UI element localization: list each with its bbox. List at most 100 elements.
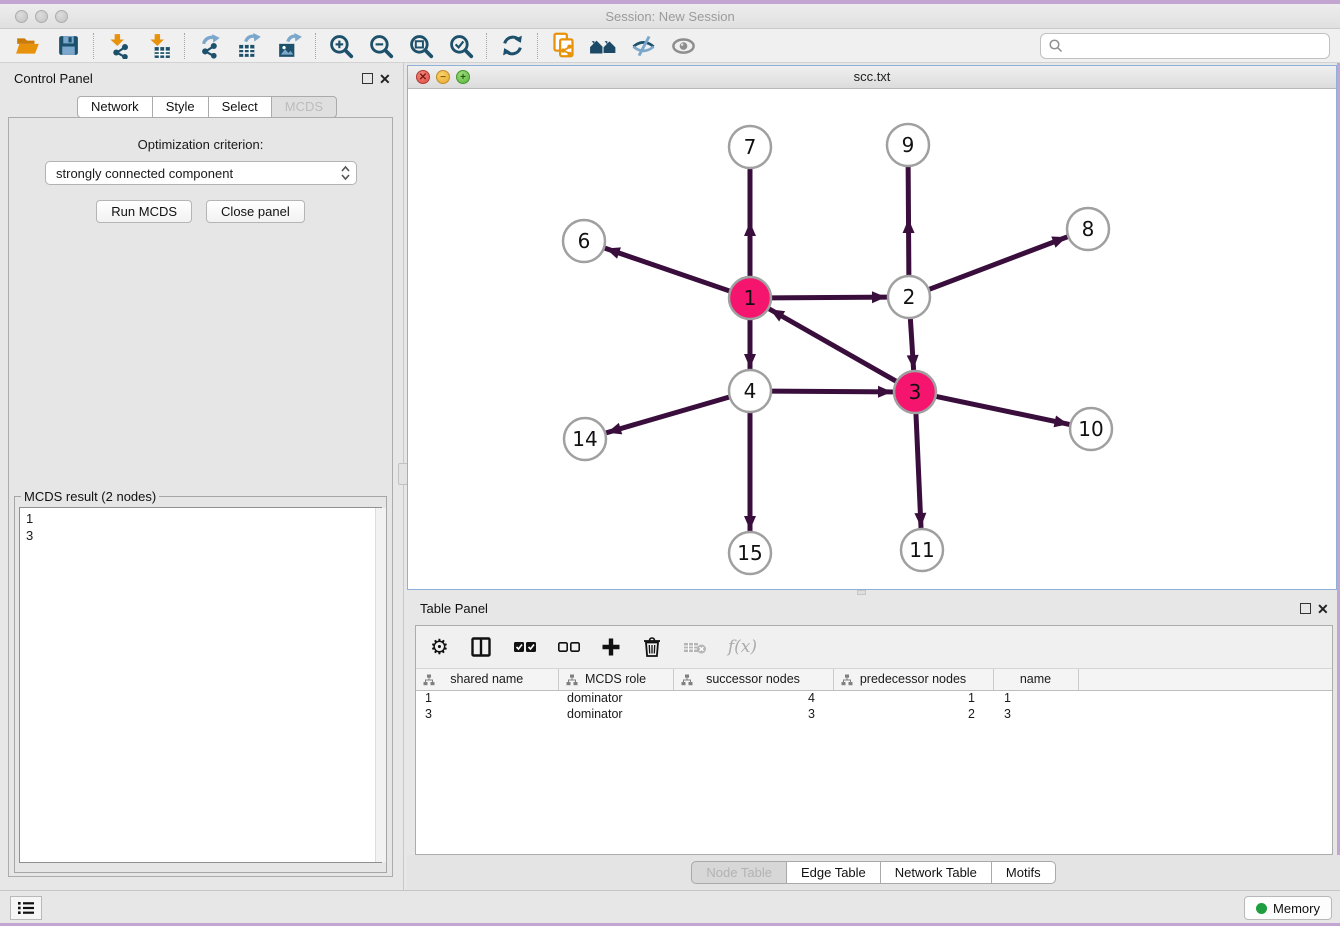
table-cell[interactable]: dominator	[558, 690, 673, 706]
table-cell[interactable]: 2	[833, 706, 993, 722]
tab-select[interactable]: Select	[208, 96, 272, 118]
save-session-button[interactable]	[48, 30, 88, 62]
mcds-panel: Optimization criterion: strongly connect…	[8, 117, 393, 877]
table-panel-tabstrip: Node Table Edge Table Network Table Moti…	[407, 855, 1340, 890]
graph-node-label: 10	[1078, 417, 1103, 441]
zoom-out-icon	[368, 33, 394, 59]
tab-style[interactable]: Style	[152, 96, 209, 118]
network-canvas[interactable]: 7968124314101511	[408, 89, 1336, 589]
graph-edge-arrowhead	[903, 219, 915, 233]
application-window: Session: New Session	[0, 0, 1340, 926]
search-box[interactable]	[1040, 33, 1330, 59]
column-header-mcds-role[interactable]: MCDS role	[558, 669, 673, 690]
table-row[interactable]: 1dominator411	[416, 690, 1332, 706]
close-window-button[interactable]	[15, 10, 28, 23]
zoom-window-button[interactable]	[55, 10, 68, 23]
network-close-button[interactable]: ✕	[416, 70, 430, 84]
export-table-button[interactable]	[230, 30, 270, 62]
table-cell[interactable]: 1	[833, 690, 993, 706]
criterion-dropdown[interactable]: strongly connected component	[45, 161, 357, 185]
graph-edge-2-8[interactable]	[929, 237, 1068, 290]
control-panel-title: Control Panel	[14, 71, 93, 86]
close-panel-button[interactable]: Close panel	[206, 200, 305, 223]
export-network-button[interactable]	[190, 30, 230, 62]
trash-icon	[642, 636, 662, 658]
hide-selected-button[interactable]	[623, 30, 663, 62]
column-header-predecessor-nodes[interactable]: predecessor nodes	[833, 669, 993, 690]
delete-column-button[interactable]	[683, 639, 707, 656]
refresh-icon	[500, 33, 525, 58]
export-network-icon	[197, 33, 223, 59]
table-cell[interactable]: 1	[416, 690, 558, 706]
select-all-rows-button[interactable]	[513, 639, 536, 655]
refresh-button[interactable]	[492, 30, 532, 62]
table-cell[interactable]: 3	[993, 706, 1078, 722]
tab-network-table[interactable]: Network Table	[880, 861, 992, 884]
function-builder-button[interactable]: f(x)	[728, 637, 757, 657]
minimize-window-button[interactable]	[35, 10, 48, 23]
mcds-result-scrollbar[interactable]	[375, 508, 386, 862]
tab-node-table[interactable]: Node Table	[691, 861, 787, 884]
table-cell[interactable]: 3	[673, 706, 833, 722]
network-minimize-button[interactable]: −	[436, 70, 450, 84]
tab-mcds[interactable]: MCDS	[271, 96, 337, 118]
tab-motifs[interactable]: Motifs	[991, 861, 1056, 884]
open-session-button[interactable]	[8, 30, 48, 62]
float-panel-icon[interactable]	[362, 73, 373, 84]
search-input[interactable]	[1064, 36, 1329, 56]
graph-edge-arrowhead	[607, 423, 622, 435]
network-zoom-button[interactable]: +	[456, 70, 470, 84]
mcds-result-text[interactable]: 1 3	[19, 507, 382, 863]
graph-edge-3-10[interactable]	[936, 396, 1070, 424]
deselect-all-rows-button[interactable]	[557, 639, 580, 655]
graph-node-label: 1	[744, 286, 757, 310]
table-toolbar: ⚙ f(x)	[416, 626, 1332, 669]
graph-edge-1-2[interactable]	[771, 297, 887, 298]
home-button[interactable]	[583, 30, 623, 62]
close-panel-icon[interactable]: ✕	[379, 72, 391, 86]
table-cell[interactable]: 3	[416, 706, 558, 722]
network-window-titlebar[interactable]: scc.txt ✕ − +	[408, 66, 1336, 89]
graph-edge-3-11[interactable]	[916, 413, 921, 528]
memory-button[interactable]: Memory	[1244, 896, 1332, 920]
show-all-button[interactable]	[663, 30, 703, 62]
table-cell[interactable]: 4	[673, 690, 833, 706]
table-row[interactable]: 3dominator323	[416, 706, 1332, 722]
import-network-button[interactable]	[99, 30, 139, 62]
delete-button[interactable]	[642, 636, 662, 658]
zoom-out-button[interactable]	[361, 30, 401, 62]
zoom-selected-button[interactable]	[441, 30, 481, 62]
session-title: Session: New Session	[0, 4, 1340, 29]
float-table-panel-icon[interactable]	[1300, 603, 1311, 614]
hierarchy-icon	[423, 674, 435, 686]
add-button[interactable]	[601, 637, 621, 657]
table-panel-header: Table Panel ✕	[407, 595, 1340, 623]
close-table-panel-icon[interactable]: ✕	[1317, 602, 1329, 616]
column-header-name[interactable]: name	[993, 669, 1078, 690]
show-columns-button[interactable]	[470, 636, 492, 658]
column-header-successor-nodes[interactable]: successor nodes	[673, 669, 833, 690]
export-image-button[interactable]	[270, 30, 310, 62]
import-table-button[interactable]	[139, 30, 179, 62]
graph-edge-4-3[interactable]	[771, 391, 893, 392]
graph-edge-1-6[interactable]	[605, 248, 730, 291]
show-panels-button[interactable]	[10, 896, 42, 920]
node-table: shared name MCDS role successor nodes pr…	[416, 669, 1332, 722]
column-header-shared-name[interactable]: shared name	[416, 669, 558, 690]
network-graph[interactable]: 7968124314101511	[408, 89, 1336, 589]
table-cell[interactable]: 1	[993, 690, 1078, 706]
zoom-fit-button[interactable]	[401, 30, 441, 62]
select-all-icon	[513, 639, 536, 655]
tab-network[interactable]: Network	[77, 96, 153, 118]
table-cell[interactable]: dominator	[558, 706, 673, 722]
toolbar-separator	[486, 33, 487, 59]
tab-edge-table[interactable]: Edge Table	[786, 861, 881, 884]
graph-edge-4-14[interactable]	[606, 397, 730, 433]
table-settings-button[interactable]: ⚙	[430, 637, 449, 658]
graph-edge-3-1[interactable]	[769, 309, 897, 382]
clone-network-button[interactable]	[543, 30, 583, 62]
graph-edge-arrowhead	[872, 291, 886, 303]
status-bar: Memory	[0, 890, 1340, 923]
zoom-in-button[interactable]	[321, 30, 361, 62]
run-mcds-button[interactable]: Run MCDS	[96, 200, 192, 223]
